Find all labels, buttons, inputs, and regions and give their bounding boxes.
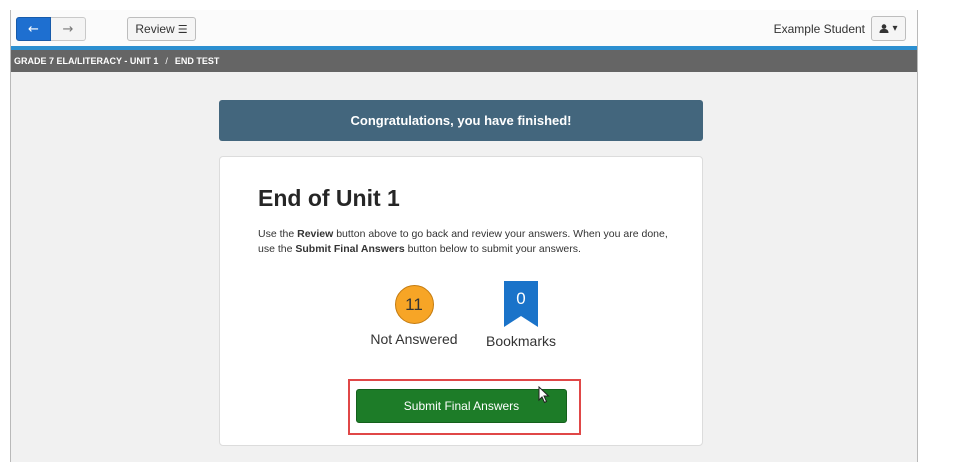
forward-button[interactable]: → [51, 17, 86, 41]
review-button[interactable]: Review ☰ [127, 17, 196, 41]
breadcrumb: GRADE 7 ELA/LITERACY - UNIT 1 / END TEST [11, 50, 917, 72]
user-menu-button[interactable]: ▾ [871, 16, 906, 41]
mouse-cursor-icon [538, 386, 550, 404]
instructions-part3: button below to submit your answers. [404, 243, 581, 255]
not-answered-stat[interactable]: 11 Not Answered [364, 281, 464, 347]
breadcrumb-item-test: GRADE 7 ELA/LITERACY - UNIT 1 [14, 56, 159, 66]
not-answered-badge: 11 [394, 285, 434, 324]
user-icon [879, 24, 889, 33]
bookmarks-count: 0 [516, 289, 526, 308]
not-answered-label: Not Answered [370, 331, 458, 347]
bookmarks-stat[interactable]: 0 Bookmarks [476, 281, 566, 349]
instructions-text: Use the Review button above to go back a… [258, 227, 678, 257]
bookmark-icon: 0 [504, 281, 538, 327]
chevron-down-icon: ▾ [892, 23, 898, 34]
instructions-review-word: Review [297, 228, 334, 240]
breadcrumb-item-end-test: END TEST [174, 56, 220, 66]
breadcrumb-separator: / [165, 56, 168, 66]
student-name: Example Student [773, 22, 865, 36]
instructions-submit-word: Submit Final Answers [295, 243, 405, 255]
app-frame: ← → Review ☰ Example Student ▾ GRADE 7 E… [10, 10, 918, 462]
instructions-part1: Use the [258, 228, 298, 240]
completion-banner: Congratulations, you have finished! [219, 100, 703, 141]
completion-banner-text: Congratulations, you have finished! [350, 113, 572, 128]
not-answered-count: 11 [405, 294, 423, 314]
arrow-right-icon: → [62, 21, 74, 37]
bookmarks-label: Bookmarks [485, 333, 557, 349]
arrow-left-icon: ← [28, 21, 39, 37]
submit-button-label: Submit Final Answers [403, 399, 520, 413]
submit-final-answers-button[interactable]: Submit Final Answers [356, 389, 567, 423]
page-title: End of Unit 1 [258, 185, 400, 211]
list-icon: ☰ [177, 22, 188, 36]
review-button-label: Review [135, 22, 175, 36]
back-button[interactable]: ← [16, 17, 51, 41]
top-toolbar: ← → Review ☰ Example Student ▾ [11, 10, 917, 50]
end-of-unit-card: End of Unit 1 Use the Review button abov… [219, 156, 703, 446]
